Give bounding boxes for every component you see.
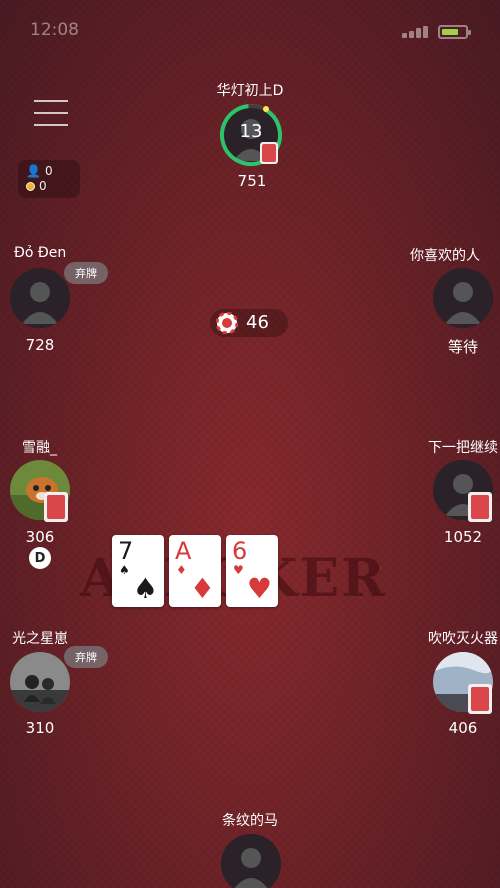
menu-icon[interactable] [34,100,68,126]
table-info-box: 👤 0 0 [18,160,80,198]
users-count: 0 [44,164,53,178]
player-cards-right-2 [468,492,492,522]
player-name-right-1: 你喜欢的人 [410,248,480,264]
avatar-left-1[interactable] [10,268,70,328]
player-name-left-2: 雪融_ [22,440,57,456]
player-cards-right-3 [468,684,492,714]
player-name-right-3: 吹吹灭火器 [428,631,498,647]
player-status-right-1: 等待 [447,338,478,356]
status-time: 12:08 [30,20,79,40]
player-cards-top [260,142,278,164]
player-name-right-2: 下一把继续 [428,440,498,456]
player-name-left-3: 光之星崽 [12,631,68,647]
avatar-left-3[interactable] [10,652,70,712]
battery-icon [438,25,471,39]
signal-icon [402,24,430,38]
coin-icon [26,182,35,191]
poker-chip-icon [216,312,238,334]
fold-badge-left-1: 弃牌 [64,262,108,284]
player-chips-left-2: 306 [25,528,55,546]
player-name-left-1: Đỏ Đen [14,245,67,261]
player-chips-right-2: 1052 [443,528,483,546]
player-chips-left-3: 310 [25,719,55,737]
fold-badge-left-3: 弃牌 [64,646,108,668]
avatar-right-1[interactable] [433,268,493,328]
player-chips-left-1: 728 [25,336,55,354]
turn-timer-value: 13 [239,121,263,142]
player-name-top: 华灯初上D [216,83,284,99]
player-chips-top: 751 [237,172,267,190]
player-name-bottom: 条纹的马 [222,813,278,829]
dealer-button: D [29,547,51,569]
community-card-3: 6 ♥ ♥ [226,535,278,607]
avatar-bottom[interactable] [221,834,281,888]
user-icon: 👤 [26,164,41,178]
player-cards-left-2 [44,492,68,522]
pot-amount: 46 [246,312,269,333]
player-chips-right-3: 406 [448,719,478,737]
community-card-2: A ♦ ♦ [169,535,221,607]
community-card-1: 7 ♠ ♠ [112,535,164,607]
coins-count: 0 [39,179,47,193]
